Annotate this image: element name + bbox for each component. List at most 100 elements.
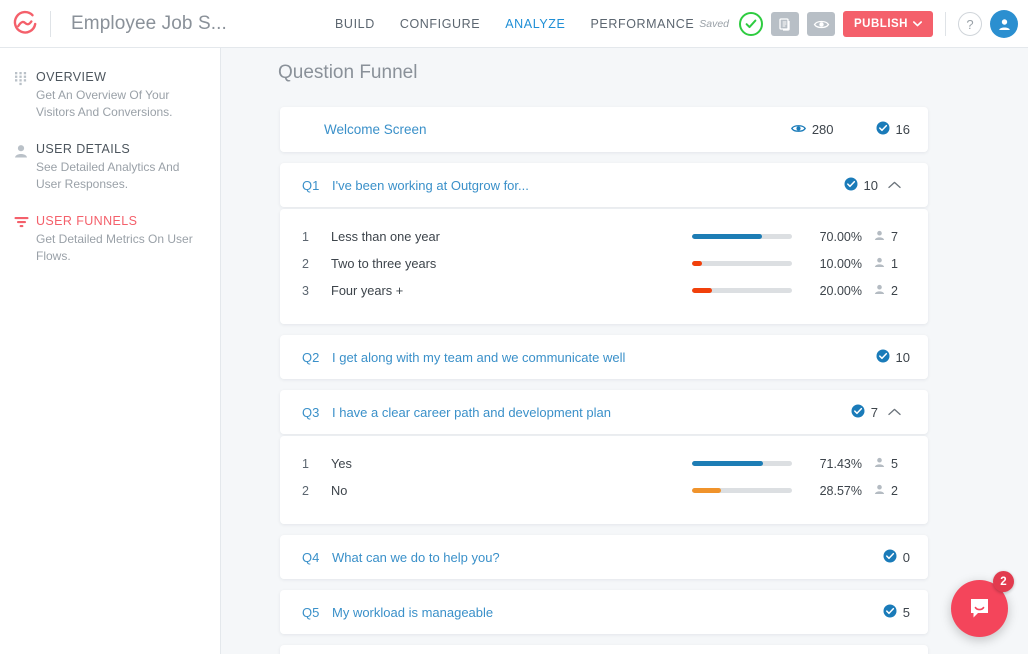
sidebar-item-overview-title: OVERVIEW	[36, 70, 107, 84]
question-row-q1[interactable]: Q1 I've been working at Outgrow for... 1…	[280, 163, 928, 207]
answer-label: Less than one year	[331, 229, 440, 244]
question-number-q4: Q4	[302, 549, 320, 565]
help-button[interactable]: ?	[958, 12, 982, 36]
answer-index: 2	[302, 483, 309, 498]
answer-row: 1 Yes 71.43% 5	[302, 450, 910, 477]
outgrow-logo-icon[interactable]	[0, 0, 50, 48]
eye-icon[interactable]	[807, 12, 836, 36]
answer-row: 1 Less than one year 70.00% 7	[302, 223, 910, 250]
answer-row: 2 Two to three years 10.00% 1	[302, 250, 910, 277]
question-row-q3[interactable]: Q3 I have a clear career path and develo…	[280, 390, 928, 434]
answer-index: 1	[302, 229, 309, 244]
answer-bar-track	[692, 288, 792, 293]
question-responses-q1: 10	[844, 177, 878, 194]
answer-respondents-count: 1	[891, 256, 898, 271]
answer-bar-fill	[692, 234, 762, 239]
welcome-views-metric: 280	[790, 122, 834, 137]
check-badge-icon	[876, 121, 890, 138]
main-content: Question Funnel Welcome Screen 280 16 Q1…	[221, 48, 1028, 654]
question-text-q3: I have a clear career path and developme…	[332, 404, 611, 420]
answer-label: Four years +	[331, 283, 404, 298]
question-text-q1: I've been working at Outgrow for...	[332, 177, 529, 193]
question-row-q4[interactable]: Q4 What can we do to help you? 0	[280, 535, 928, 579]
question-text-q2: I get along with my team and we communic…	[332, 349, 626, 365]
page-title: Question Funnel	[278, 62, 418, 83]
welcome-views-count: 280	[811, 122, 834, 137]
answer-row: 2 No 28.57% 2	[302, 477, 910, 504]
answer-respondents: 1	[874, 257, 910, 271]
answer-respondents-count: 5	[891, 456, 898, 471]
sidebar-item-user-funnels[interactable]: USER FUNNELS Get Detailed Metrics On Use…	[0, 214, 220, 264]
tab-configure[interactable]: CONFIGURE	[400, 17, 480, 31]
publish-button-label: PUBLISH	[854, 18, 908, 30]
sidebar-item-user-funnels-title: USER FUNNELS	[36, 214, 138, 228]
question-responses-q2: 10	[876, 349, 910, 366]
question-responses-count-q4: 0	[902, 549, 910, 565]
sidebar: OVERVIEW Get An Overview Of Your Visitor…	[0, 48, 221, 654]
question-number-q2: Q2	[302, 349, 320, 365]
check-badge-icon	[876, 349, 890, 366]
answer-index: 1	[302, 456, 309, 471]
grid-dots-icon	[8, 70, 34, 120]
answer-bar-fill	[692, 488, 721, 493]
question-number-q1: Q1	[302, 177, 320, 193]
tab-performance[interactable]: PERFORMANCE	[590, 17, 694, 31]
question-funnel-list: Welcome Screen 280 16 Q1 I've been worki…	[280, 107, 928, 654]
publish-button[interactable]: PUBLISH	[843, 11, 933, 37]
chevron-up-icon[interactable]	[878, 408, 910, 416]
chevron-up-icon[interactable]	[878, 181, 910, 189]
question-responses-q3: 7	[851, 404, 878, 421]
answer-index: 2	[302, 256, 309, 271]
header-actions-divider	[945, 12, 946, 36]
answer-respondents: 2	[874, 284, 910, 298]
answer-respondents-count: 2	[891, 283, 898, 298]
welcome-screen-label: Welcome Screen	[324, 122, 427, 137]
top-bar: Employee Job S... BUILD CONFIGURE ANALYZ…	[0, 0, 1028, 48]
answer-label: Two to three years	[331, 256, 437, 271]
answer-respondents: 5	[874, 457, 910, 471]
check-badge-icon	[883, 549, 897, 566]
chevron-down-icon	[913, 21, 922, 27]
sidebar-item-overview[interactable]: OVERVIEW Get An Overview Of Your Visitor…	[0, 70, 220, 120]
header-actions: Saved PUBLISH ?	[699, 0, 1018, 48]
document-copy-icon[interactable]	[771, 12, 800, 36]
tab-build[interactable]: BUILD	[335, 17, 375, 31]
answers-panel-q3: 1 Yes 71.43% 5 2 No 28.57% 2	[280, 436, 928, 524]
check-badge-icon	[883, 604, 897, 621]
check-badge-icon	[844, 177, 858, 194]
answer-percent: 28.57%	[819, 483, 862, 498]
question-responses-count-q3: 7	[870, 404, 878, 420]
main-nav-tabs: BUILD CONFIGURE ANALYZE PERFORMANCE	[335, 0, 694, 48]
person-icon	[874, 284, 885, 298]
person-icon	[874, 230, 885, 244]
question-responses-count-q2: 10	[895, 349, 910, 365]
answer-bar-fill	[692, 461, 764, 466]
answer-bar-fill	[692, 288, 712, 293]
answer-label: Yes	[331, 456, 352, 471]
answer-percent: 71.43%	[819, 456, 862, 471]
answer-bar-track	[692, 234, 792, 239]
welcome-screen-card[interactable]: Welcome Screen 280 16	[280, 107, 928, 152]
welcome-responses-count: 16	[895, 122, 910, 137]
sidebar-item-user-details[interactable]: USER DETAILS See Detailed Analytics And …	[0, 142, 220, 192]
user-avatar-icon[interactable]	[990, 10, 1018, 38]
tab-analyze[interactable]: ANALYZE	[505, 17, 565, 31]
answer-percent: 70.00%	[819, 229, 862, 244]
saved-check-icon	[739, 12, 764, 36]
answer-percent: 20.00%	[819, 283, 862, 298]
survey-title: Employee Job S...	[71, 12, 227, 34]
question-row-q5[interactable]: Q5 My workload is manageable 5	[280, 590, 928, 634]
funnel-filter-icon	[8, 214, 34, 264]
question-responses-count-q1: 10	[863, 177, 878, 193]
answer-respondents-count: 7	[891, 229, 898, 244]
answer-respondents: 7	[874, 230, 910, 244]
question-text-q5: My workload is manageable	[332, 604, 494, 620]
answer-bar-track	[692, 461, 792, 466]
question-row-q2[interactable]: Q2 I get along with my team and we commu…	[280, 335, 928, 379]
answer-label: No	[331, 483, 348, 498]
answer-row: 3 Four years + 20.00% 2	[302, 277, 910, 304]
header-divider	[50, 10, 51, 37]
question-responses-count-q5: 5	[902, 604, 910, 620]
question-row-next-partial[interactable]	[280, 645, 928, 654]
question-responses-q4: 0	[883, 549, 910, 566]
